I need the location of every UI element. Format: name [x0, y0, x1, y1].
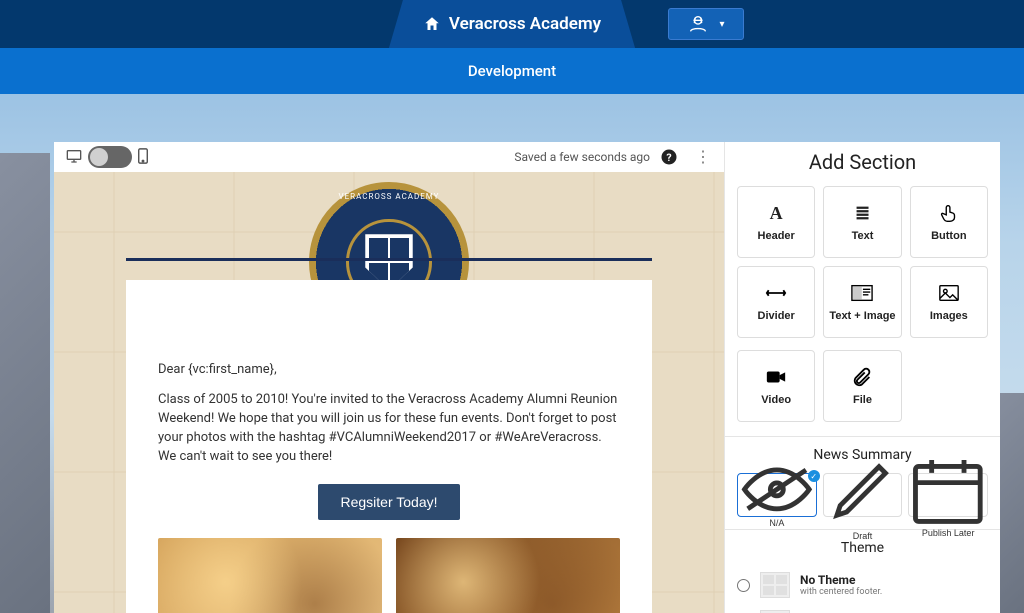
- portal-switcher[interactable]: ▾: [668, 8, 744, 40]
- editor-column: Saved a few seconds ago ? ⋮ VERACROSS AC…: [54, 142, 724, 613]
- text-image-icon: [851, 282, 873, 304]
- home-tab[interactable]: Veracross Academy: [389, 0, 635, 48]
- news-option-label: Draft: [853, 531, 873, 541]
- save-status: Saved a few seconds ago: [514, 150, 650, 164]
- section-grid-row2: Video File: [725, 350, 1000, 436]
- breadcrumb-bar: Development: [0, 48, 1024, 94]
- section-text-image[interactable]: Text + Image: [823, 266, 901, 338]
- pointer-icon: [938, 202, 960, 224]
- theme-panel: Theme No Theme with centered footer. Def…: [725, 529, 1000, 613]
- email-canvas[interactable]: VERACROSS ACADEMY METHUEN, MASSACHUSETTS…: [54, 172, 724, 613]
- chevron-down-icon: ▾: [719, 19, 724, 30]
- eye-slash-icon: [738, 462, 816, 517]
- news-option-na[interactable]: ✓ N/A: [737, 473, 817, 517]
- more-menu-icon[interactable]: ⋮: [694, 148, 712, 166]
- section-label: File: [853, 394, 872, 406]
- image-row: [158, 538, 620, 613]
- composer-panel: Saved a few seconds ago ? ⋮ VERACROSS AC…: [54, 142, 1000, 613]
- file-icon: [851, 366, 873, 388]
- section-label: Text + Image: [829, 310, 895, 322]
- portal-logo-icon: [687, 13, 709, 35]
- section-label: Video: [761, 394, 791, 406]
- letter-body[interactable]: Dear {vc:first_name}, Class of 2005 to 2…: [126, 280, 652, 613]
- news-option-publish-later[interactable]: Publish Later: [908, 473, 988, 517]
- body-text: Class of 2005 to 2010! You're invited to…: [158, 391, 620, 466]
- image-placeholder-drinks[interactable]: [158, 538, 382, 613]
- help-icon[interactable]: ?: [660, 148, 678, 166]
- calendar-icon: [909, 452, 987, 526]
- text-icon: ≣: [851, 202, 873, 224]
- home-icon: [423, 15, 441, 33]
- divider-icon: [765, 282, 787, 304]
- org-title: Veracross Academy: [449, 14, 601, 34]
- section-images[interactable]: Images: [910, 266, 988, 338]
- news-summary-panel: News Summary ✓ N/A Draft Publish Later: [725, 436, 1000, 529]
- theme-sub: with centered footer.: [800, 587, 882, 597]
- images-icon: [938, 282, 960, 304]
- add-section-sidebar: Add Section A Header ≣ Text Button Divider…: [724, 142, 1000, 613]
- section-text[interactable]: ≣ Text: [823, 186, 901, 258]
- mobile-view-icon[interactable]: [138, 148, 148, 167]
- theme-option-no-theme[interactable]: No Theme with centered footer.: [737, 566, 988, 604]
- draft-icon: [824, 449, 902, 530]
- svg-text:?: ?: [666, 151, 671, 164]
- seal-text-top: VERACROSS ACADEMY: [313, 192, 465, 201]
- news-option-label: Publish Later: [922, 528, 975, 538]
- letter-divider: [126, 258, 652, 261]
- greeting-text: Dear {vc:first_name},: [158, 362, 620, 377]
- selected-check-icon: ✓: [808, 470, 820, 482]
- section-file[interactable]: File: [823, 350, 901, 422]
- theme-name: No Theme: [800, 573, 882, 587]
- news-option-draft[interactable]: Draft: [823, 473, 903, 517]
- theme-option-default[interactable]: Default Theme: [737, 604, 988, 613]
- section-label: Text: [852, 230, 874, 242]
- editor-toolbar: Saved a few seconds ago ? ⋮: [54, 142, 724, 172]
- section-label: Header: [758, 230, 795, 242]
- news-option-label: N/A: [769, 518, 784, 528]
- section-grid: A Header ≣ Text Button Divider Text + Imag…: [725, 186, 1000, 350]
- header-icon: A: [765, 202, 787, 224]
- top-nav-bar: Veracross Academy ▾: [0, 0, 1024, 48]
- section-label: Images: [930, 310, 968, 322]
- section-divider[interactable]: Divider: [737, 266, 815, 338]
- section-video[interactable]: Video: [737, 350, 815, 422]
- video-icon: [765, 366, 787, 388]
- sidebar-title: Add Section: [725, 142, 1000, 186]
- breadcrumb: Development: [468, 62, 556, 80]
- image-placeholder-food[interactable]: [396, 538, 620, 613]
- section-header[interactable]: A Header: [737, 186, 815, 258]
- theme-radio[interactable]: [737, 579, 750, 592]
- view-toggle[interactable]: [88, 146, 132, 168]
- desktop-view-icon[interactable]: [66, 149, 82, 166]
- section-label: Button: [931, 230, 966, 242]
- register-button[interactable]: Regsiter Today!: [318, 484, 459, 520]
- theme-thumb-icon: [760, 572, 790, 598]
- section-button[interactable]: Button: [910, 186, 988, 258]
- section-label: Divider: [758, 310, 795, 322]
